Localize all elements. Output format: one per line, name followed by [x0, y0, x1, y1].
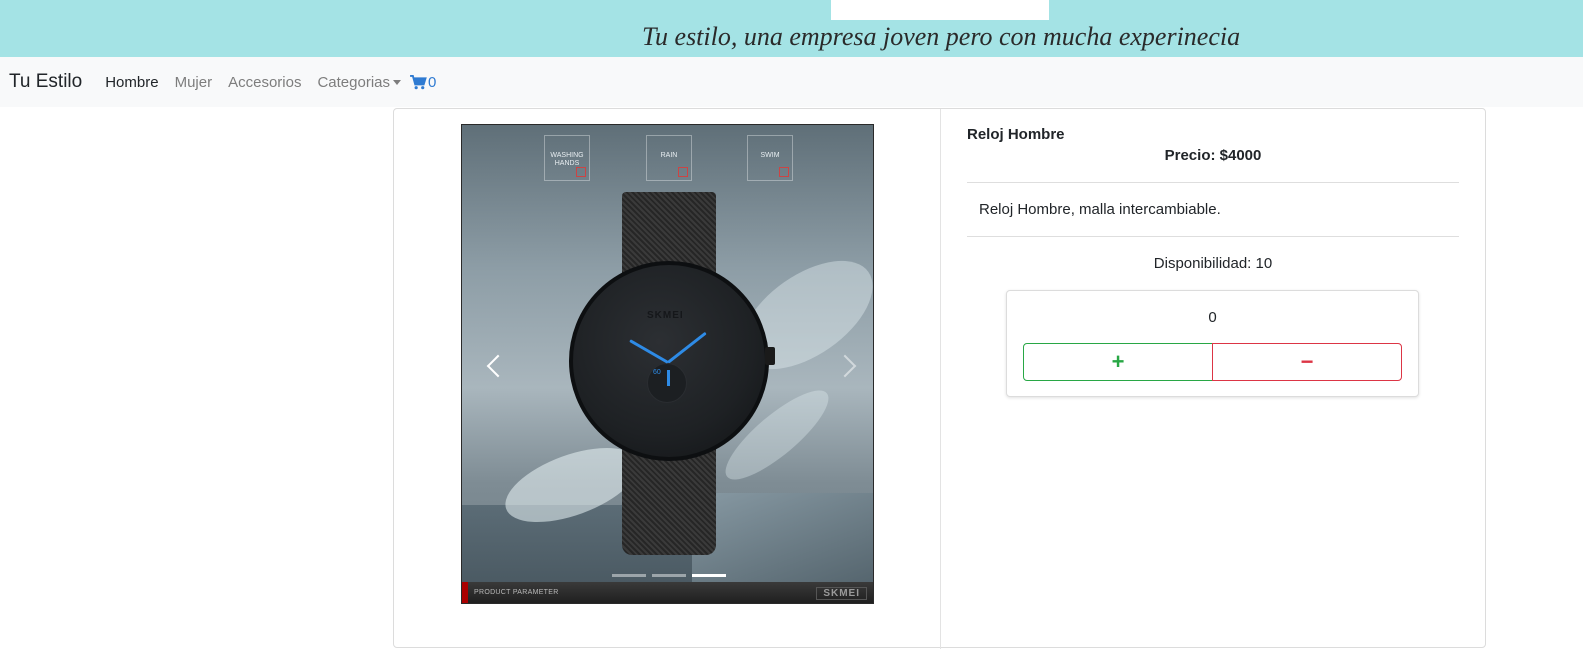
product-description: Reloj Hombre, malla intercambiable.: [979, 201, 1221, 218]
carousel-indicator-active[interactable]: [692, 574, 726, 577]
caret-down-icon: [393, 80, 401, 86]
card-divider: [940, 109, 941, 649]
banner-slogan: Tu estilo, una empresa joven pero con mu…: [642, 22, 1241, 51]
sub-dial-hand: [667, 370, 670, 386]
param-bar-text: PRODUCT PARAMETER: [474, 589, 559, 596]
carousel-next-button[interactable]: [837, 350, 859, 384]
product-price: Precio: $4000: [1164, 147, 1262, 164]
cart-link[interactable]: 0: [410, 74, 436, 91]
product-title: Reloj Hombre: [967, 126, 1065, 143]
param-bar-accent: [462, 582, 468, 603]
divider: [967, 182, 1459, 183]
quantity-selector: 0 + −: [1006, 290, 1419, 397]
cart-count: 0: [428, 73, 437, 91]
feature-rain: RAIN: [646, 135, 692, 181]
feature-swim: SWIM: [747, 135, 793, 181]
product-availability: Disponibilidad: 10: [1153, 255, 1273, 272]
param-bar-brand: SKMEI: [816, 587, 867, 600]
carousel-indicator[interactable]: [652, 574, 686, 577]
quantity-value: 0: [1208, 309, 1217, 326]
nav-link-accesorios[interactable]: Accesorios: [228, 74, 301, 91]
product-carousel: WASHING HANDS RAIN SWIM SKMEI 60 PRODUCT…: [461, 124, 874, 604]
product-parameter-bar: PRODUCT PARAMETER SKMEI: [462, 582, 873, 603]
watch-crown: [765, 347, 775, 365]
watch-dial-logo: SKMEI: [647, 310, 684, 321]
banner-logo-placeholder: [831, 0, 1049, 20]
nav-dropdown-label: Categorias: [317, 73, 390, 91]
plus-icon: +: [1111, 349, 1125, 374]
sub-dial-number: 60: [653, 369, 661, 376]
carousel-prev-button[interactable]: [484, 350, 506, 384]
carousel-background-ledge: [692, 493, 873, 583]
nav-link-hombre[interactable]: Hombre: [105, 74, 158, 91]
product-card: WASHING HANDS RAIN SWIM SKMEI 60 PRODUCT…: [393, 108, 1486, 649]
navbar-brand[interactable]: Tu Estilo: [9, 71, 82, 93]
watch-sub-dial: 60: [647, 363, 687, 403]
feature-washing-hands: WASHING HANDS: [544, 135, 590, 181]
navbar: Tu Estilo Hombre Mujer Accesorios Catego…: [0, 57, 1583, 107]
nav-dropdown-categorias[interactable]: Categorias: [317, 74, 401, 91]
nav-link-mujer[interactable]: Mujer: [175, 74, 213, 91]
increase-quantity-button[interactable]: +: [1023, 343, 1213, 381]
carousel-indicator[interactable]: [612, 574, 646, 577]
divider: [967, 236, 1459, 237]
nav-links: Hombre Mujer Accesorios Categorias 0: [105, 74, 436, 91]
decrease-quantity-button[interactable]: −: [1212, 343, 1402, 381]
top-banner: Tu estilo, una empresa joven pero con mu…: [0, 0, 1583, 57]
cart-icon: [410, 74, 427, 89]
carousel-indicators: [612, 574, 726, 577]
minus-icon: −: [1300, 349, 1314, 374]
